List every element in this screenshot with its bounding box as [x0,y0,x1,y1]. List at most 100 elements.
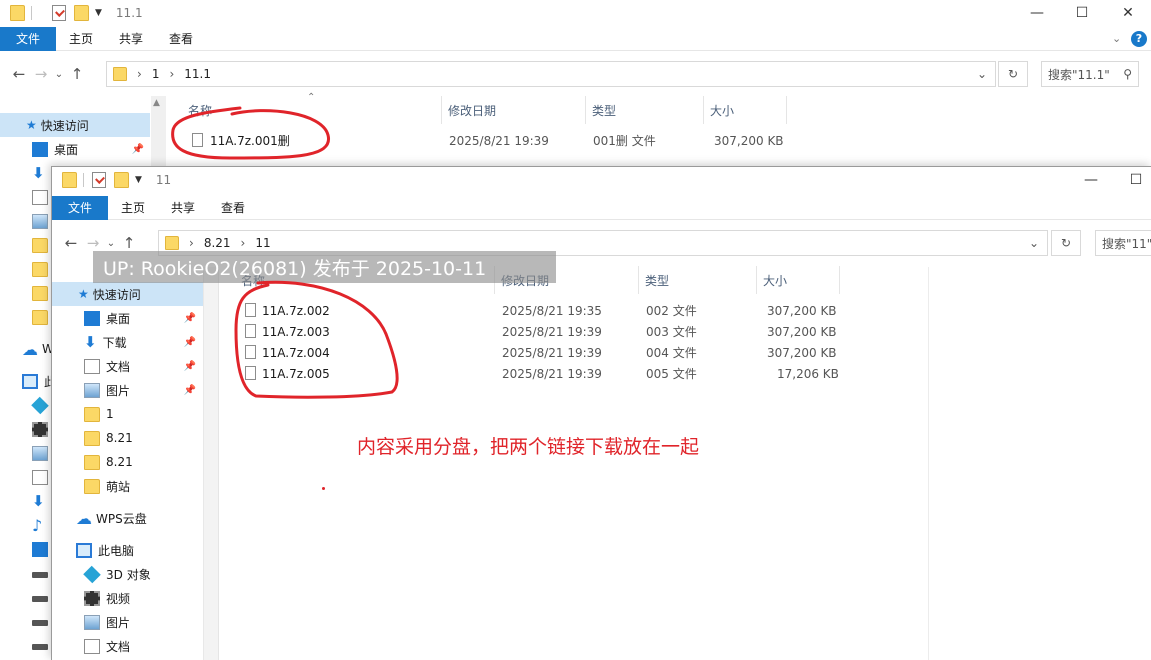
sidebar-item-pictures[interactable]: 图片 📌 [84,378,202,402]
help-icon[interactable]: ? [1131,30,1147,47]
quick-access-dropdown-icon[interactable]: ▼ [95,8,102,18]
refresh-button[interactable]: ↻ [998,61,1028,87]
search-input[interactable]: 搜索"11" [1095,230,1151,256]
properties-icon[interactable] [52,5,66,21]
sidebar-item-folder-821-b[interactable]: 8.21 [84,450,133,474]
column-header-modified[interactable]: 修改日期 [442,96,586,124]
sidebar-item-desktop[interactable]: 桌面 📌 [84,306,202,330]
tab-file[interactable]: 文件 [0,26,56,51]
column-header-size[interactable]: 大小 [757,266,840,294]
tab-home[interactable]: 主页 [108,196,158,220]
tab-home[interactable]: 主页 [56,27,106,51]
sidebar-item-3d-objects[interactable]: 3D 对象 [83,562,151,586]
column-header-type[interactable]: 类型 [639,266,757,294]
sidebar-item-quick-access[interactable]: ★ 快速访问 [0,113,150,137]
pin-icon: 📌 [183,384,196,396]
sidebar-scrollbar[interactable] [204,267,218,660]
sidebar-item-wps[interactable]: ☁ W [22,337,54,361]
tab-view[interactable]: 查看 [156,27,206,51]
address-bar[interactable]: › 1 › 11.1 ⌄ [106,61,996,87]
breadcrumb-segment[interactable]: 1 [152,67,160,81]
sidebar-item-label: 文档 [106,359,131,374]
sidebar-item-label: 萌站 [106,479,131,494]
quick-access-dropdown-icon[interactable]: ▼ [135,175,142,185]
sidebar-item-pictures-pc[interactable]: 图片 [84,610,130,634]
sidebar-item-downloads[interactable]: ⬇ 下载 📌 [84,330,202,354]
document-icon [84,638,100,654]
address-dropdown-icon[interactable]: ⌄ [1029,236,1039,250]
picture-icon [32,445,48,461]
maximize-button[interactable]: ☐ [1059,0,1105,26]
forward-icon[interactable]: → [82,234,104,252]
document-icon [84,358,100,374]
file-icon [192,133,203,147]
star-icon: ★ [26,118,37,132]
tab-view[interactable]: 查看 [208,196,258,220]
up-icon[interactable]: ↑ [118,234,140,252]
new-folder-icon[interactable] [74,5,89,21]
sidebar-item-folder-821[interactable]: 8.21 [84,426,133,450]
breadcrumb-segment[interactable]: 8.21 [204,236,231,250]
search-input[interactable]: 搜索"11.1" ⚲ [1041,61,1139,87]
sidebar-item-documents-pc[interactable]: 文档 [84,634,130,658]
search-placeholder: 搜索"11.1" [1048,67,1110,82]
sidebar-item-wps[interactable]: ☁ WPS云盘 [76,506,147,530]
sidebar-item-videos[interactable]: 视频 [84,586,130,610]
back-icon[interactable]: ← [60,234,82,252]
breadcrumb-segment[interactable]: 11 [255,236,270,250]
tab-share[interactable]: 共享 [158,196,208,220]
address-dropdown-icon[interactable]: ⌄ [977,67,987,81]
minimize-button[interactable]: — [1014,0,1060,26]
file-row[interactable]: 11A.7z.001删 2025/8/21 19:39 001删 文件 307,… [182,130,802,151]
search-icon: ⚲ [1123,67,1132,81]
sidebar-item-folder-1[interactable]: 1 [84,402,114,426]
breadcrumb-segment[interactable]: 11.1 [184,67,211,81]
properties-icon[interactable] [92,172,106,188]
sidebar-item-label: 下载 [102,335,127,350]
column-header-size[interactable]: 大小 [704,96,787,124]
desktop-icon [32,541,48,557]
refresh-button[interactable]: ↻ [1051,230,1081,256]
file-icon [245,324,256,338]
sidebar-item-folder-mengzhan[interactable]: 萌站 [84,474,130,498]
sidebar-item-downloads[interactable]: ⬇ [32,161,45,185]
folder-icon [165,236,179,250]
folder-icon [84,454,100,470]
recent-dropdown-icon[interactable]: ⌄ [104,238,118,249]
column-header-type[interactable]: 类型 [586,96,704,124]
sidebar-item-documents[interactable]: 文档 📌 [84,354,202,378]
new-folder-icon[interactable] [114,172,129,188]
minimize-button[interactable]: — [1068,167,1114,193]
file-row[interactable]: 11A.7z.005 2025/8/21 19:39 005 文件 17,206… [235,363,855,384]
picture-icon [84,614,100,630]
column-header-name[interactable]: 名称 [182,96,442,124]
picture-icon [32,213,48,229]
scroll-up-icon[interactable]: ▲ [153,98,160,108]
maximize-button[interactable]: ☐ [1113,167,1151,193]
file-name: 11A.7z.005 [262,366,330,381]
sidebar-item-quick-access[interactable]: ★ 快速访问 [52,282,203,306]
download-icon: ⬇ [32,492,45,510]
back-icon[interactable]: ← [8,65,30,83]
up-icon[interactable]: ↑ [66,65,88,83]
file-icon [245,345,256,359]
ribbon-expand-icon[interactable]: ⌄ [1112,32,1121,45]
file-type: 004 文件 [646,346,697,360]
recent-dropdown-icon[interactable]: ⌄ [52,69,66,80]
file-row[interactable]: 11A.7z.004 2025/8/21 19:39 004 文件 307,20… [235,342,855,363]
sidebar-item-label: 视频 [106,591,131,606]
sidebar-item-desktop[interactable]: 桌面 📌 [32,137,150,161]
close-button[interactable]: ✕ [1105,0,1151,26]
sidebar-item-downloads[interactable]: ⬇ [32,489,45,513]
tab-share[interactable]: 共享 [106,27,156,51]
sidebar-item-this-pc[interactable]: 此电脑 [76,538,134,562]
file-name: 11A.7z.004 [262,345,330,360]
sidebar-item-music[interactable]: ♪ [32,513,42,537]
tab-file[interactable]: 文件 [52,195,108,220]
folder-icon [84,478,100,494]
watermark-banner: UP: RookieO2(26081) 发布于 2025-10-11 [93,251,556,283]
file-row[interactable]: 11A.7z.003 2025/8/21 19:39 003 文件 307,20… [235,321,855,342]
forward-icon[interactable]: → [30,65,52,83]
file-row[interactable]: 11A.7z.002 2025/8/21 19:35 002 文件 307,20… [235,300,855,321]
window-title: 11 [155,173,172,187]
